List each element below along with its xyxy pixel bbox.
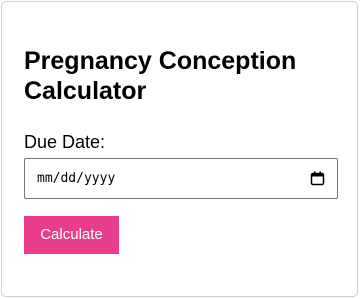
page-title: Pregnancy Conception Calculator xyxy=(24,47,297,105)
calendar-icon[interactable] xyxy=(310,171,325,186)
due-date-label: Due Date: xyxy=(24,132,106,152)
due-date-input[interactable]: mm/dd/yyyy xyxy=(24,158,338,199)
calculator-card: Pregnancy Conception Calculator Due Date… xyxy=(1,1,358,297)
calculate-button[interactable]: Calculate xyxy=(24,216,119,254)
due-date-placeholder: mm/dd/yyyy xyxy=(37,171,116,186)
